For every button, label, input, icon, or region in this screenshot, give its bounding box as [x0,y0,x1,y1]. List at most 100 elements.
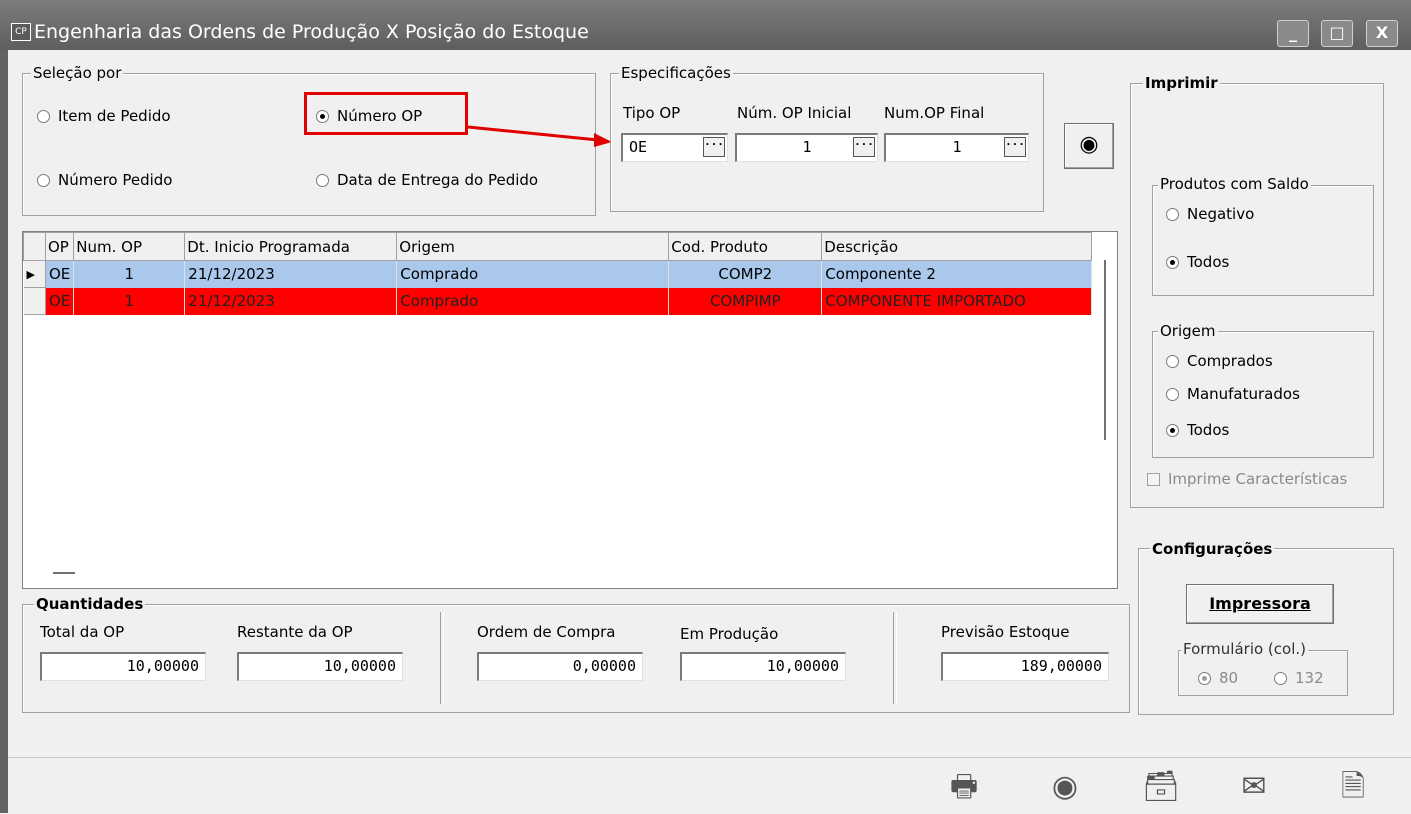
restante-op-label: Restante da OP [237,623,353,641]
ordem-compra-label: Ordem de Compra [477,623,616,641]
radio-origem-manufaturados[interactable]: Manufaturados [1166,385,1300,403]
row-indicator: ▶ [23,260,46,288]
grid-header-row: OP Num. OP Dt. Inicio Programada Origem … [23,232,1093,261]
radio-label: 80 [1219,669,1239,687]
envelope-icon[interactable]: ✉ [1234,770,1274,804]
radio-origem-todos[interactable]: Todos [1166,421,1229,439]
previsao-estoque-field: 189,00000 [941,652,1109,681]
configuracoes-legend: Configurações [1150,540,1275,558]
close-button[interactable]: X [1366,20,1398,47]
row-indicator-header [23,232,46,261]
cell-origem: Comprado [396,260,670,288]
radio-dot [1274,671,1287,685]
radio-label: 132 [1295,669,1324,687]
impressora-button[interactable]: Impressora [1186,584,1334,624]
selecao-legend: Seleção por [31,64,124,82]
checkbox-box [1147,472,1160,486]
previsao-estoque-label: Previsão Estoque [941,623,1070,641]
num-op-inicial-label: Núm. OP Inicial [737,104,852,122]
num-op-final-value: 1 [952,138,962,156]
radio-dot [1166,423,1179,437]
num-op-inicial-field[interactable]: 1 ··· [735,133,878,162]
origem-legend: Origem [1158,322,1218,340]
radio-saldo-negativo[interactable]: Negativo [1166,205,1254,223]
produtos-saldo-group [1152,185,1374,296]
especificacoes-legend: Especificações [619,64,733,82]
bottom-toolbar [8,757,1411,814]
grid-hscroll-thumb[interactable] [53,572,75,574]
ordens-grid[interactable]: OP Num. OP Dt. Inicio Programada Origem … [22,231,1118,589]
radio-dot [1166,354,1179,368]
num-op-inicial-value: 1 [802,138,812,156]
radio-data-entrega[interactable]: Data de Entrega do Pedido [316,171,538,189]
column-header-dt-inicio[interactable]: Dt. Inicio Programada [184,232,398,261]
eye-icon: ◉ [1079,132,1099,157]
cell-dt-inicio: 21/12/2023 [184,287,398,315]
column-header-cod-produto[interactable]: Cod. Produto [668,232,823,261]
em-producao-field: 10,00000 [680,652,846,681]
radio-item-de-pedido[interactable]: Item de Pedido [37,107,171,125]
column-header-num-op[interactable]: Num. OP [73,232,186,261]
cell-descricao: Componente 2 [821,260,1093,288]
cell-num-op: 1 [73,260,186,288]
divider [440,612,444,704]
radio-dot [1166,207,1179,221]
produtos-saldo-legend: Produtos com Saldo [1158,175,1311,193]
imprime-caracteristicas-checkbox[interactable]: Imprime Características [1147,470,1347,488]
radio-label: Número Pedido [58,171,173,189]
radio-formulario-132[interactable]: 132 [1274,669,1324,687]
annotation-highlight-box [304,92,468,135]
radio-formulario-80[interactable]: 80 [1198,669,1238,687]
document-close-icon[interactable]: 🗎 [1333,770,1373,804]
cell-descricao: COMPONENTE IMPORTADO [821,287,1093,315]
column-header-origem[interactable]: Origem [396,232,670,261]
num-op-inicial-lookup-button[interactable]: ··· [853,137,875,157]
radio-numero-pedido[interactable]: Número Pedido [37,171,172,189]
column-header-op[interactable]: OP [44,232,75,261]
radio-dot [316,173,329,187]
radio-label: Manufaturados [1187,385,1300,403]
cell-num-op: 1 [73,287,186,315]
radio-dot [1166,387,1179,401]
cell-origem: Comprado [396,287,670,315]
column-header-descricao[interactable]: Descrição [821,232,1093,261]
cell-dt-inicio: 21/12/2023 [184,260,398,288]
imprimir-legend: Imprimir [1143,74,1220,92]
radio-dot [37,109,50,123]
preview-button[interactable]: ◉ [1064,123,1114,169]
maximize-button[interactable]: □ [1321,20,1353,47]
printer-icon[interactable]: 🖶 [944,770,984,804]
table-row[interactable]: ▶ OE 1 21/12/2023 Comprado COMP2 Componente 2 [23,260,1093,288]
cell-op: OE [45,287,75,315]
cell-op: OE [45,260,75,288]
tipo-op-field[interactable]: OE ··· [621,133,728,162]
num-op-final-field[interactable]: 1 ··· [884,133,1029,162]
eye-icon[interactable]: ◉ [1045,770,1085,804]
radio-label: Item de Pedido [58,107,171,125]
restante-op-field: 10,00000 [237,652,403,681]
tipo-op-lookup-button[interactable]: ··· [703,137,725,157]
radio-dot [1198,671,1211,685]
ordem-compra-field: 0,00000 [477,652,643,681]
row-indicator [23,287,46,315]
tipo-op-label: Tipo OP [623,104,681,122]
tray-icon[interactable]: 🗃 [1141,770,1181,804]
ordens-table: OP Num. OP Dt. Inicio Programada Origem … [23,232,1093,315]
checkbox-label: Imprime Características [1168,470,1348,488]
annotation-arrow [467,125,612,147]
minimize-button[interactable]: _ [1277,20,1309,47]
radio-label: Comprados [1187,352,1273,370]
num-op-final-lookup-button[interactable]: ··· [1004,137,1026,157]
radio-origem-comprados[interactable]: Comprados [1166,352,1273,370]
grid-scrollbar[interactable] [1104,260,1106,440]
title-bar: CP Engenharia das Ordens de Produção X P… [0,0,1411,50]
divider [893,612,897,704]
em-producao-label: Em Produção [680,625,779,643]
radio-label: Todos [1187,253,1230,271]
table-row[interactable]: OE 1 21/12/2023 Comprado COMPIMP COMPONENTE I… [23,287,1093,315]
quantidades-legend: Quantidades [34,595,146,613]
app-icon: CP [11,23,31,41]
radio-dot [37,173,50,187]
radio-saldo-todos[interactable]: Todos [1166,253,1229,271]
radio-label: Todos [1187,421,1230,439]
